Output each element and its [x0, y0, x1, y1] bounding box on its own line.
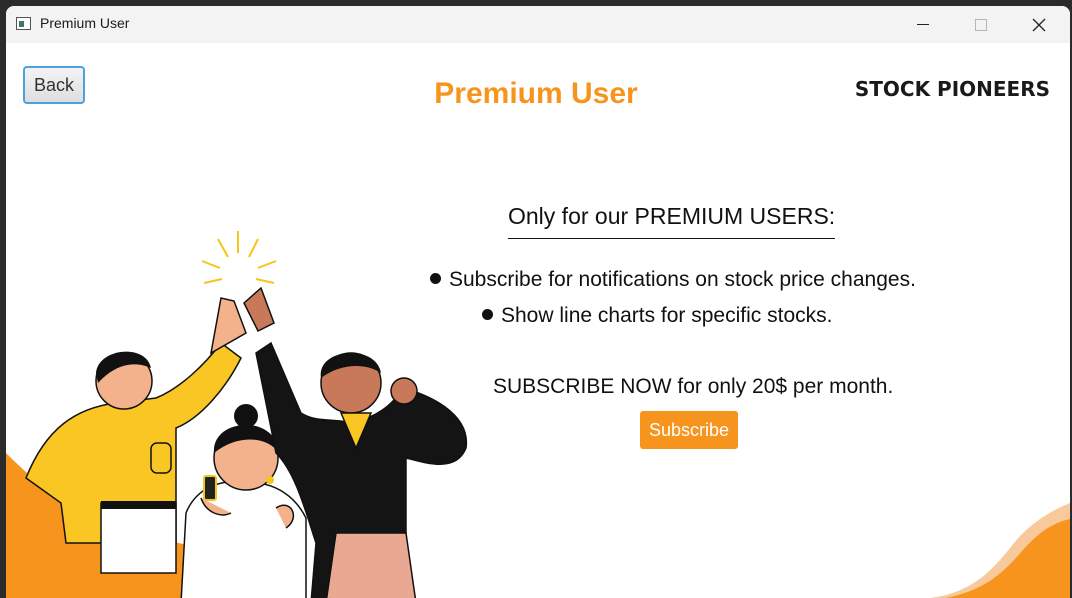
- bullet-icon: [482, 308, 493, 320]
- app-window: Premium User Back Premium User STOCK PIO…: [6, 6, 1070, 598]
- brand-logo-text: STOCK PIONEERS: [854, 77, 1050, 101]
- minimize-icon: [917, 24, 929, 25]
- maximize-icon: [975, 18, 987, 31]
- feature-item: Subscribe for notifications on stock pri…: [430, 268, 916, 292]
- subscribe-button[interactable]: Subscribe: [640, 411, 738, 449]
- high-five-illustration: [6, 231, 467, 598]
- close-button[interactable]: [1010, 6, 1068, 43]
- feature-text: Show line charts for specific stocks.: [501, 304, 833, 327]
- decorative-wave: [930, 503, 1070, 598]
- close-icon: [1032, 18, 1046, 31]
- window-title: Premium User: [40, 15, 130, 31]
- maximize-button[interactable]: [952, 6, 1010, 43]
- app-icon: [16, 17, 31, 30]
- premium-heading: Only for our PREMIUM USERS:: [508, 203, 836, 239]
- minimize-button[interactable]: [894, 6, 952, 43]
- title-bar[interactable]: Premium User: [6, 6, 1070, 43]
- feature-text: Subscribe for notifications on stock pri…: [449, 268, 916, 291]
- offer-text: SUBSCRIBE NOW for only 20$ per month.: [493, 375, 894, 398]
- feature-item: Show line charts for specific stocks.: [482, 304, 832, 328]
- page-title: Premium User: [434, 77, 638, 110]
- content-area: Back Premium User STOCK PIONEERS Only fo…: [6, 43, 1070, 598]
- back-button[interactable]: Back: [23, 66, 85, 104]
